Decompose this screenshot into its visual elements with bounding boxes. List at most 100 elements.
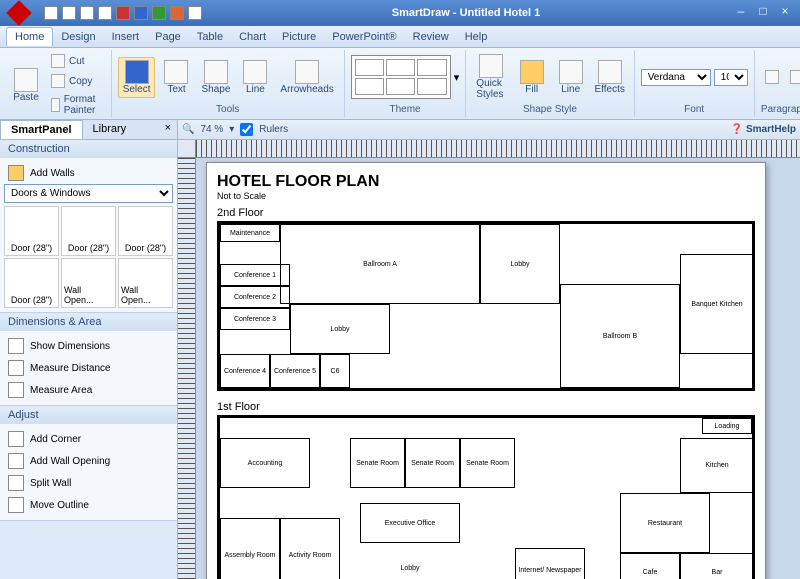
room-lobby-2b[interactable]: Lobby	[290, 304, 390, 354]
room-senate-2[interactable]: Senate Room	[405, 438, 460, 488]
qat-excel-icon[interactable]	[152, 6, 166, 20]
paragraph-label: Paragraph	[761, 102, 800, 115]
qat-redo-icon[interactable]	[80, 6, 94, 20]
doors-windows-select[interactable]: Doors & Windows	[4, 184, 173, 203]
qat-save-icon[interactable]	[44, 6, 58, 20]
shape-wall-open-1[interactable]: Wall Open...	[61, 258, 116, 308]
theme-dropdown-icon[interactable]: ▾	[454, 71, 460, 84]
add-wall-opening-button[interactable]: Add Wall Opening	[4, 450, 173, 472]
room-bar[interactable]: Bar	[680, 553, 754, 579]
menu-powerpoint[interactable]: PowerPoint®	[324, 28, 404, 46]
menu-page[interactable]: Page	[147, 28, 189, 46]
format-painter-button[interactable]: Format Painter	[47, 92, 105, 118]
qat-undo-icon[interactable]	[62, 6, 76, 20]
room-exec-office[interactable]: Executive Office	[360, 503, 460, 543]
zoom-value[interactable]: 74 %	[200, 124, 223, 135]
menu-home[interactable]: Home	[6, 27, 53, 46]
room-senate-3[interactable]: Senate Room	[460, 438, 515, 488]
room-lobby-2a[interactable]: Lobby	[480, 224, 560, 304]
menu-picture[interactable]: Picture	[274, 28, 324, 46]
measure-area-button[interactable]: Measure Area	[4, 379, 173, 401]
room-maintenance[interactable]: Maintenance	[220, 224, 280, 242]
add-walls-button[interactable]: Add Walls	[4, 162, 173, 184]
measure-distance-button[interactable]: Measure Distance	[4, 357, 173, 379]
room-accounting[interactable]: Accounting	[220, 438, 310, 488]
qat-word-icon[interactable]	[134, 6, 148, 20]
menu-table[interactable]: Table	[189, 28, 231, 46]
canvas-scroll[interactable]: HOTEL FLOOR PLAN Not to Scale 2nd Floor …	[196, 158, 800, 579]
floor2-plan[interactable]: Maintenance Ballroom A Lobby Conference …	[217, 221, 755, 391]
shape-door-2[interactable]: Door (28")	[61, 206, 116, 256]
theme-gallery[interactable]	[351, 55, 451, 99]
room-ballroom-b[interactable]: Ballroom B	[560, 284, 680, 388]
construction-header[interactable]: Construction	[0, 140, 177, 158]
arrowheads-tool[interactable]: Arrowheads	[276, 58, 337, 97]
effects-button[interactable]: Effects	[592, 58, 628, 97]
menu-design[interactable]: Design	[53, 28, 103, 46]
shape-tool[interactable]: Shape	[197, 58, 234, 97]
font-size-select[interactable]: 10	[714, 69, 748, 86]
room-c6[interactable]: C6	[320, 354, 350, 388]
room-conf2[interactable]: Conference 2	[220, 286, 290, 308]
rulers-checkbox[interactable]	[240, 123, 253, 136]
quick-styles-button[interactable]: Quick Styles	[472, 52, 510, 102]
add-corner-button[interactable]: Add Corner	[4, 428, 173, 450]
room-conf5[interactable]: Conference 5	[270, 354, 320, 388]
room-ballroom-a[interactable]: Ballroom A	[280, 224, 480, 304]
menu-review[interactable]: Review	[405, 28, 457, 46]
room-lobby-1[interactable]: Lobby	[360, 553, 460, 579]
room-restaurant[interactable]: Restaurant	[620, 493, 710, 553]
qat-mail-icon[interactable]	[188, 6, 202, 20]
text-tool[interactable]: Text	[158, 58, 194, 97]
smarthelp-button[interactable]: ❓ SmartHelp	[731, 124, 796, 135]
room-senate-1[interactable]: Senate Room	[350, 438, 405, 488]
zoom-icon[interactable]: 🔍	[182, 124, 194, 135]
copy-button[interactable]: Copy	[47, 72, 105, 90]
maximize-button[interactable]: □	[752, 4, 774, 22]
fill-button[interactable]: Fill	[514, 58, 550, 97]
paste-button[interactable]: Paste	[8, 66, 44, 105]
move-outline-button[interactable]: Move Outline	[4, 494, 173, 516]
room-conf1[interactable]: Conference 1	[220, 264, 290, 286]
room-cafe[interactable]: Cafe	[620, 553, 680, 579]
cut-button[interactable]: Cut	[47, 52, 105, 70]
bullets-button[interactable]	[761, 68, 783, 86]
room-assembly[interactable]: Assembly Room	[220, 518, 280, 579]
line-style-button[interactable]: Line	[553, 58, 589, 97]
qat-print-icon[interactable]	[98, 6, 112, 20]
shape-door-1[interactable]: Door (28")	[4, 206, 59, 256]
show-dimensions-button[interactable]: Show Dimensions	[4, 335, 173, 357]
ruler-horizontal[interactable]	[196, 140, 800, 158]
adjust-header[interactable]: Adjust	[0, 406, 177, 424]
panel-close-button[interactable]: ×	[159, 120, 177, 139]
room-banquet-kitchen[interactable]: Banquet Kitchen	[680, 254, 754, 354]
room-kitchen[interactable]: Kitchen	[680, 438, 754, 493]
minimize-button[interactable]: –	[730, 4, 752, 22]
room-internet[interactable]: Internet/ Newspaper	[515, 548, 585, 579]
room-conf3[interactable]: Conference 3	[220, 308, 290, 330]
shape-door-3[interactable]: Door (28")	[118, 206, 173, 256]
qat-pdf-icon[interactable]	[116, 6, 130, 20]
qat-ppt-icon[interactable]	[170, 6, 184, 20]
zoom-dropdown-icon[interactable]: ▾	[229, 124, 234, 135]
room-activity[interactable]: Activity Room	[280, 518, 340, 579]
shape-wall-open-2[interactable]: Wall Open...	[118, 258, 173, 308]
floor1-plan[interactable]: Accounting Senate Room Senate Room Senat…	[217, 415, 755, 579]
tab-smartpanel[interactable]: SmartPanel	[0, 120, 83, 139]
dimensions-header[interactable]: Dimensions & Area	[0, 313, 177, 331]
line-tool[interactable]: Line	[237, 58, 273, 97]
ruler-vertical[interactable]	[178, 158, 196, 579]
menu-chart[interactable]: Chart	[231, 28, 274, 46]
room-conf4[interactable]: Conference 4	[220, 354, 270, 388]
room-loading[interactable]: Loading	[702, 418, 752, 434]
drawing-page[interactable]: HOTEL FLOOR PLAN Not to Scale 2nd Floor …	[206, 162, 766, 579]
tab-library[interactable]: Library	[83, 120, 137, 139]
select-tool[interactable]: Select	[118, 57, 156, 98]
menu-help[interactable]: Help	[457, 28, 496, 46]
close-button[interactable]: ×	[774, 4, 796, 22]
shape-door-4[interactable]: Door (28")	[4, 258, 59, 308]
split-wall-button[interactable]: Split Wall	[4, 472, 173, 494]
align-button[interactable]	[786, 68, 800, 86]
menu-insert[interactable]: Insert	[104, 28, 148, 46]
font-family-select[interactable]: Verdana	[641, 69, 711, 86]
